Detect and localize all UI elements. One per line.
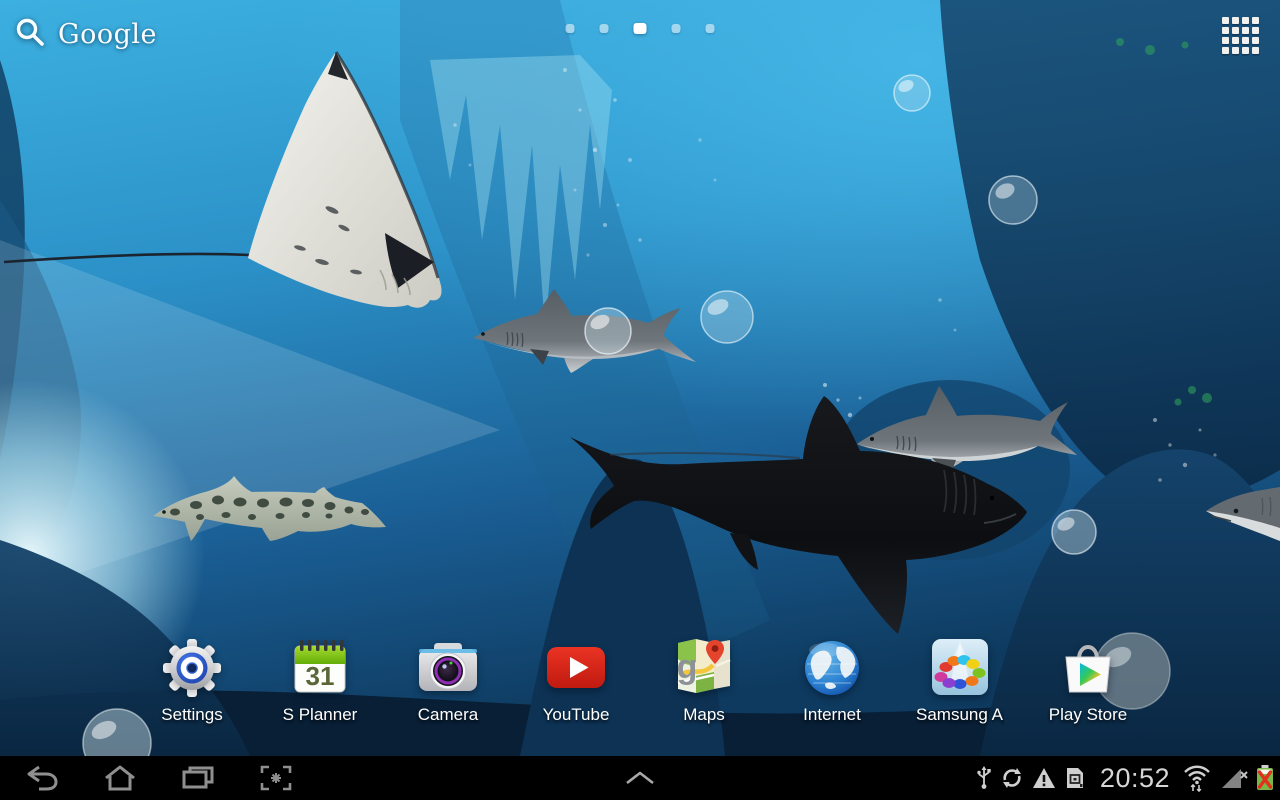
app-camera[interactable]: Camera — [384, 634, 512, 725]
status-clock: 20:52 — [1100, 763, 1170, 794]
home-icon[interactable] — [100, 762, 140, 794]
page-dot[interactable] — [672, 24, 681, 33]
app-maps[interactable]: g Maps — [640, 634, 768, 725]
app-dock: Settings 31 — [128, 634, 1152, 725]
sim-card-icon — [1064, 766, 1086, 790]
app-label: Maps — [683, 705, 725, 725]
screen-capture-icon[interactable] — [256, 762, 296, 794]
bubble — [1052, 510, 1096, 554]
bubble — [894, 75, 930, 111]
google-wordmark: Google — [58, 19, 157, 50]
wifi-icon — [1182, 764, 1212, 792]
google-search-widget[interactable]: Google — [14, 14, 157, 54]
svg-text:31: 31 — [306, 661, 335, 691]
status-bar[interactable]: 20:52 — [976, 756, 1274, 800]
google-maps-icon: g — [671, 634, 737, 700]
media-sync-icon — [1000, 766, 1024, 790]
bubble — [701, 291, 753, 343]
app-play-store[interactable]: Play Store — [1024, 634, 1152, 725]
globe-icon — [799, 634, 865, 700]
warning-icon — [1032, 766, 1056, 790]
page-dot-active[interactable] — [634, 23, 647, 34]
play-store-bag-icon — [1055, 634, 1121, 700]
app-internet[interactable]: Internet — [768, 634, 896, 725]
app-label: Play Store — [1049, 705, 1127, 725]
app-settings[interactable]: Settings — [128, 634, 256, 725]
samsung-apps-icon — [927, 634, 993, 700]
app-label: Camera — [418, 705, 478, 725]
page-dot[interactable] — [600, 24, 609, 33]
page-dot[interactable] — [566, 24, 575, 33]
app-samsung-apps[interactable]: Samsung Apps — [896, 634, 1024, 725]
system-navigation-bar: 20:52 — [0, 756, 1280, 800]
bubble — [585, 308, 631, 354]
youtube-play-icon — [543, 634, 609, 700]
usb-icon — [976, 766, 992, 790]
page-dot[interactable] — [706, 24, 715, 33]
app-label: Internet — [803, 705, 861, 725]
app-label: YouTube — [543, 705, 610, 725]
expand-chevron-icon[interactable] — [620, 762, 660, 794]
app-label: Settings — [161, 705, 222, 725]
app-label: S Planner — [283, 705, 358, 725]
battery-error-icon — [1256, 765, 1274, 791]
recents-icon[interactable] — [178, 762, 218, 794]
android-home-screen: Google — [0, 0, 1280, 800]
search-icon — [14, 16, 46, 53]
app-s-planner[interactable]: 31 S Planner — [256, 634, 384, 725]
back-icon[interactable] — [22, 762, 62, 794]
camera-icon — [415, 634, 481, 700]
app-youtube[interactable]: YouTube — [512, 634, 640, 725]
app-label: Samsung Apps — [916, 705, 1004, 725]
homescreen-page-indicator — [566, 23, 715, 34]
svg-text:g: g — [677, 648, 698, 686]
bubble — [989, 176, 1037, 224]
apps-grid-icon[interactable] — [1222, 17, 1260, 53]
calendar-icon: 31 — [287, 634, 353, 700]
settings-gear-icon — [159, 634, 225, 700]
no-signal-icon — [1220, 766, 1248, 790]
